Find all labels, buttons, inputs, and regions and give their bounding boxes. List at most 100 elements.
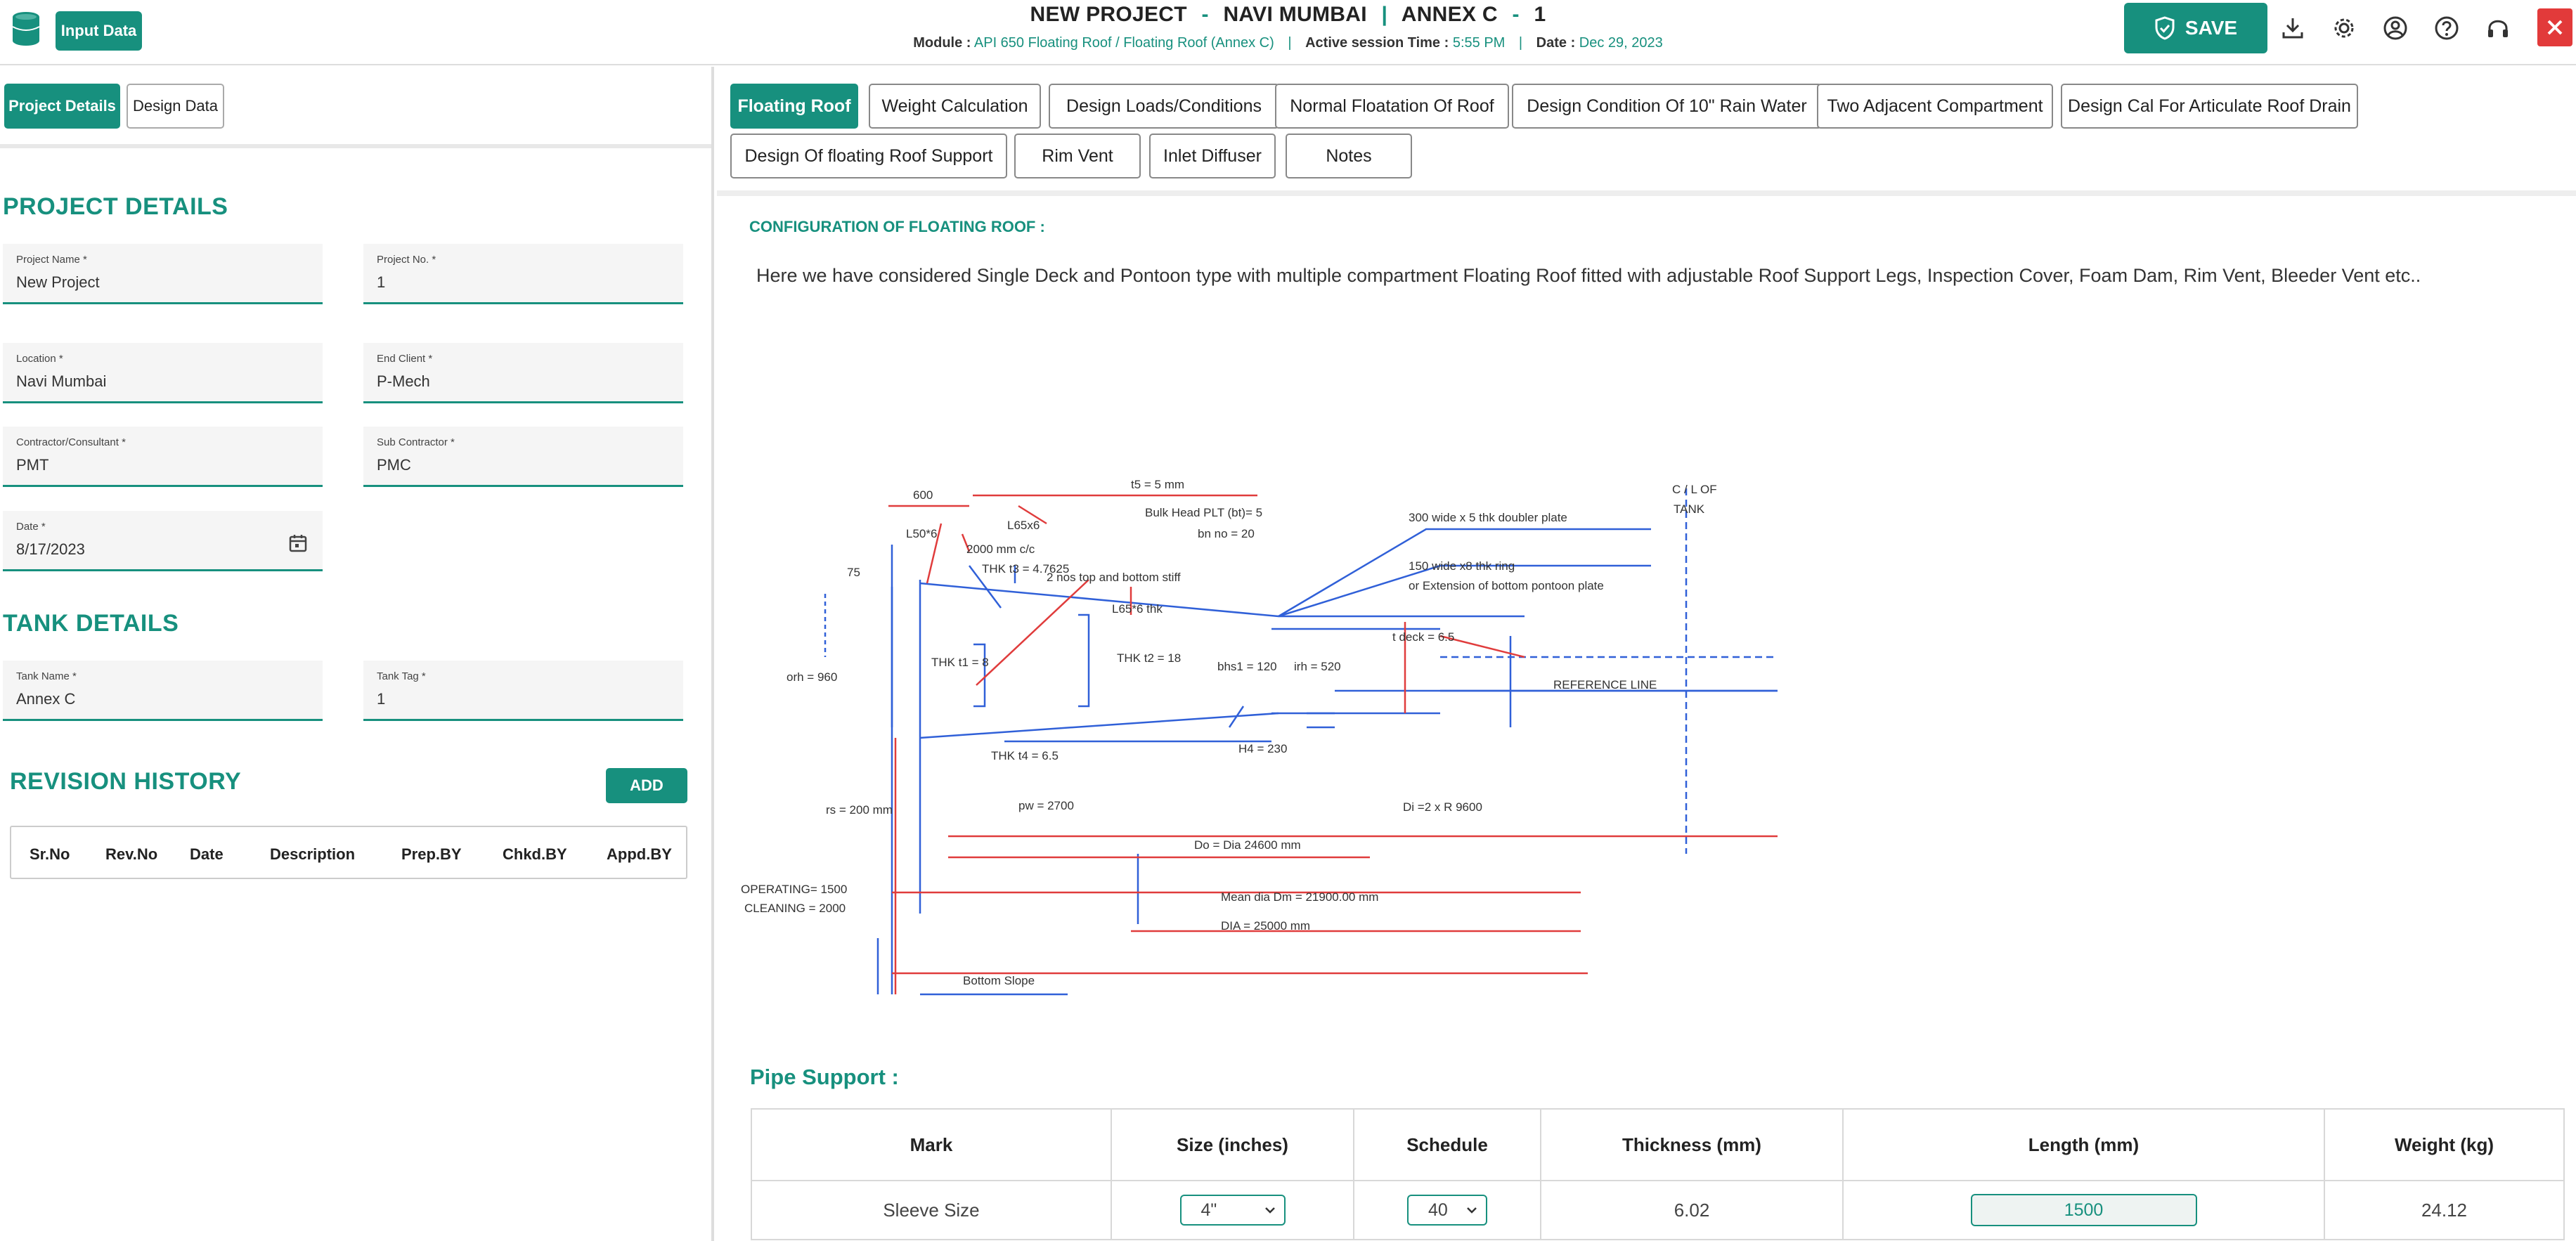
schedule-select[interactable]: 40 xyxy=(1407,1195,1487,1226)
gear-icon[interactable] xyxy=(2329,13,2360,44)
date-value: Dec 29, 2023 xyxy=(1579,35,1663,51)
close-icon[interactable] xyxy=(2537,8,2572,46)
drawing-label: THK t2 = 18 xyxy=(1117,651,1181,665)
drawing-label: L50*6 xyxy=(906,527,937,540)
column-header: Length (mm) xyxy=(1842,1108,2325,1181)
config-title: CONFIGURATION OF FLOATING ROOF : xyxy=(749,218,1045,235)
field-label: Location * xyxy=(16,353,63,365)
chevron-down-icon xyxy=(1467,1207,1477,1214)
drawing-label: C / L OF xyxy=(1672,483,1717,496)
drawing-label: bhs1 = 120 xyxy=(1217,660,1277,673)
tab-two-adjacent[interactable]: Two Adjacent Compartment xyxy=(1817,84,2053,129)
title-separator: - xyxy=(1201,3,1209,26)
tank-annex: ANNEX C xyxy=(1401,3,1498,26)
schedule-cell: 40 xyxy=(1353,1180,1541,1240)
pipe-support-title: Pipe Support : xyxy=(750,1065,899,1089)
drawing-label: REFERENCE LINE xyxy=(1553,678,1657,691)
tab-project-details[interactable]: Project Details xyxy=(4,84,120,129)
session-label: Active session Time : xyxy=(1305,35,1449,51)
column-header: Date xyxy=(190,845,224,863)
save-label: SAVE xyxy=(2185,17,2238,39)
drawing-label: irh = 520 xyxy=(1294,660,1341,673)
field-label: Sub Contractor * xyxy=(377,436,455,448)
project-name-field[interactable]: Project Name * New Project xyxy=(3,244,323,304)
project-details-heading: PROJECT DETAILS xyxy=(3,193,228,220)
app-root: Input Data NEW PROJECT - NAVI MUMBAI | A… xyxy=(0,0,2576,1241)
field-label: End Client * xyxy=(377,353,433,365)
download-icon[interactable] xyxy=(2277,13,2308,44)
schedule-value: 40 xyxy=(1428,1200,1448,1220)
left-panel: Project Details Design Data PROJECT DETA… xyxy=(0,67,714,1241)
field-value: PMC xyxy=(377,456,411,474)
tank-name-field[interactable]: Tank Name * Annex C xyxy=(3,661,323,721)
project-name: NEW PROJECT xyxy=(1030,3,1187,26)
title-divider: | xyxy=(1381,3,1388,26)
drawing-label: Bottom Slope xyxy=(963,974,1035,987)
column-header: Size (inches) xyxy=(1111,1108,1354,1181)
tab-floating-roof[interactable]: Floating Roof xyxy=(730,84,858,129)
user-icon[interactable] xyxy=(2380,13,2411,44)
drawing-label: 150 wide x8 thk ring xyxy=(1409,559,1515,573)
tab-weight-calculation[interactable]: Weight Calculation xyxy=(869,84,1041,129)
help-icon[interactable] xyxy=(2431,13,2462,44)
column-header: Prep.BY xyxy=(401,845,462,863)
headset-icon[interactable] xyxy=(2483,13,2513,44)
field-value: 1 xyxy=(377,690,386,708)
subtitle-divider-2: | xyxy=(1518,35,1523,51)
tab-design-data[interactable]: Design Data xyxy=(127,84,224,129)
add-revision-button[interactable]: ADD xyxy=(606,768,687,803)
field-value: Annex C xyxy=(16,690,76,708)
drawing-label: 300 wide x 5 thk doubler plate xyxy=(1409,511,1567,524)
drawing-label: Mean dia Dm = 21900.00 mm xyxy=(1221,890,1378,904)
revision-table: Sr.No Rev.No Date Description Prep.BY Ch… xyxy=(10,826,687,879)
module-label: Module : xyxy=(913,35,971,51)
drawing-label: t deck = 6.5 xyxy=(1392,630,1454,644)
location-field[interactable]: Location * Navi Mumbai xyxy=(3,343,323,403)
tank-tag-field[interactable]: Tank Tag * 1 xyxy=(363,661,683,721)
drawing-label: 75 xyxy=(847,566,860,579)
drawing-label: H4 = 230 xyxy=(1238,742,1287,755)
field-label: Tank Name * xyxy=(16,670,77,682)
field-value: Navi Mumbai xyxy=(16,372,107,390)
right-panel: Floating Roof Weight Calculation Design … xyxy=(717,67,2576,1241)
drawing-label: Di =2 x R 9600 xyxy=(1403,800,1482,814)
drawing-label: L65*6 thk xyxy=(1112,602,1163,616)
sub-contractor-field[interactable]: Sub Contractor * PMC xyxy=(363,427,683,487)
calendar-icon[interactable] xyxy=(288,533,308,553)
tab-inlet-diffuser[interactable]: Inlet Diffuser xyxy=(1149,134,1276,178)
field-label: Date * xyxy=(16,521,46,533)
end-client-field[interactable]: End Client * P-Mech xyxy=(363,343,683,403)
column-header: Rev.No xyxy=(105,845,158,863)
project-no-field[interactable]: Project No. * 1 xyxy=(363,244,683,304)
weight-cell: 24.12 xyxy=(2324,1180,2565,1240)
tab-design-loads[interactable]: Design Loads/Conditions xyxy=(1049,84,1279,129)
column-header: Appd.BY xyxy=(607,845,672,863)
drawing-label: bn no = 20 xyxy=(1198,527,1255,540)
tab-articulate-roof-drain[interactable]: Design Cal For Articulate Roof Drain xyxy=(2061,84,2358,129)
tab-rain-water[interactable]: Design Condition Of 10" Rain Water xyxy=(1512,84,1822,129)
column-header: Mark xyxy=(751,1108,1112,1181)
field-label: Project No. * xyxy=(377,254,436,266)
tab-normal-floatation[interactable]: Normal Floatation Of Roof xyxy=(1275,84,1509,129)
revision-history-heading: REVISION HISTORY xyxy=(10,768,242,795)
date-label: Date : xyxy=(1536,35,1576,51)
tab-rim-vent[interactable]: Rim Vent xyxy=(1014,134,1141,178)
field-value: P-Mech xyxy=(377,372,430,390)
floating-roof-drawing: 600 t5 = 5 mm L65x6 Bulk Head PLT (bt)= … xyxy=(741,478,1778,996)
pipe-support-table: Mark Size (inches) Schedule Thickness (m… xyxy=(751,1108,2565,1240)
drawing-label: TANK xyxy=(1674,502,1705,516)
length-input[interactable]: 1500 xyxy=(1970,1194,2197,1226)
save-button[interactable]: SAVE xyxy=(2124,3,2267,53)
column-header: Sr.No xyxy=(30,845,70,863)
drawing-label: or Extension of bottom pontoon plate xyxy=(1409,579,1604,592)
title-separator-2: - xyxy=(1512,3,1520,26)
size-select[interactable]: 4" xyxy=(1179,1195,1286,1226)
date-field[interactable]: Date * 8/17/2023 xyxy=(3,511,323,571)
field-value: 8/17/2023 xyxy=(16,540,85,558)
field-label: Tank Tag * xyxy=(377,670,426,682)
size-value: 4" xyxy=(1200,1200,1217,1220)
column-header: Description xyxy=(270,845,356,863)
contractor-field[interactable]: Contractor/Consultant * PMT xyxy=(3,427,323,487)
tab-roof-support[interactable]: Design Of floating Roof Support xyxy=(730,134,1007,178)
tab-notes[interactable]: Notes xyxy=(1286,134,1412,178)
